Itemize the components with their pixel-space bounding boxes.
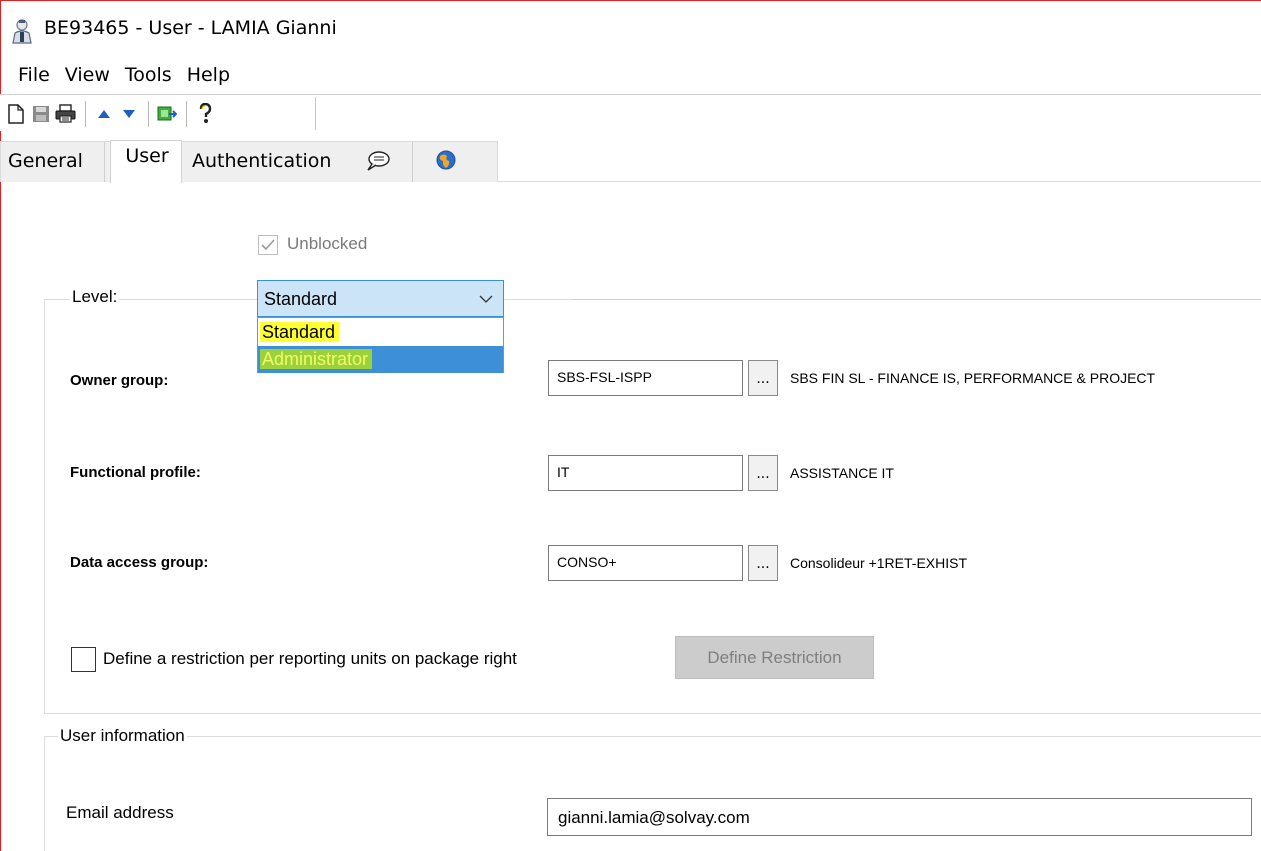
data-access-group-description: Consolideur +1RET-EXHIST <box>790 555 968 571</box>
unblocked-checkbox[interactable] <box>258 235 278 255</box>
email-label: Email address <box>66 803 174 822</box>
tab-divider <box>104 142 105 182</box>
data-access-group-label: Data access group: <box>70 554 209 571</box>
export-icon[interactable] <box>155 101 178 127</box>
toolbar-separator <box>85 100 86 127</box>
owner-group-description: SBS FIN SL - FINANCE IS, PERFORMANCE & P… <box>790 370 1156 386</box>
level-option-administrator-label: Administrator <box>260 349 373 369</box>
globe-icon <box>436 150 456 170</box>
data-access-group-browse-button[interactable]: ... <box>748 545 778 581</box>
level-option-standard[interactable]: Standard <box>258 319 503 346</box>
menu-tools[interactable]: Tools <box>117 60 179 90</box>
tab-bar: General User Authentication <box>0 133 1261 183</box>
tab-globe[interactable] <box>418 146 474 182</box>
email-field[interactable]: gianni.lamia@solvay.com <box>547 798 1252 836</box>
define-restriction-button[interactable]: Define Restriction <box>675 636 874 679</box>
owner-group-browse-button[interactable]: ... <box>748 360 778 396</box>
menu-bar: File View Tools Help <box>8 60 237 90</box>
level-dropdown-list: Standard Administrator <box>257 317 504 373</box>
menu-help[interactable]: Help <box>179 60 237 90</box>
arrow-up-icon[interactable] <box>92 101 115 127</box>
tab-divider <box>412 142 413 182</box>
print-icon[interactable] <box>54 101 77 127</box>
toolbar-separator <box>186 100 187 127</box>
tab-authentication[interactable]: Authentication <box>192 146 344 182</box>
owner-group-label: Owner group: <box>70 372 169 389</box>
tab-comment[interactable] <box>348 146 408 182</box>
user-information-legend: User information <box>58 726 187 746</box>
comment-icon <box>367 151 390 171</box>
group-top-line <box>572 299 1261 300</box>
chevron-down-icon <box>479 295 493 303</box>
data-access-group-field[interactable]: CONSO+ <box>548 545 743 581</box>
level-label: Level: <box>70 287 120 307</box>
level-select-value: Standard <box>264 289 338 309</box>
functional-profile-field[interactable]: IT <box>548 455 743 491</box>
title-bar: BE93465 - User - LAMIA Gianni <box>0 0 1261 52</box>
save-icon[interactable] <box>29 101 52 127</box>
functional-profile-description: ASSISTANCE IT <box>790 465 894 481</box>
menu-file[interactable]: File <box>8 60 57 90</box>
new-document-icon[interactable] <box>4 101 27 127</box>
functional-profile-label: Functional profile: <box>70 464 201 481</box>
tab-general[interactable]: General <box>8 146 104 182</box>
toolbar-separator <box>148 100 149 127</box>
window-title: BE93465 - User - LAMIA Gianni <box>44 17 337 39</box>
restriction-label: Define a restriction per reporting units… <box>103 649 517 668</box>
unblocked-label: Unblocked <box>287 234 368 253</box>
arrow-down-icon[interactable] <box>117 101 140 127</box>
level-option-administrator[interactable]: Administrator <box>258 346 503 373</box>
menu-view[interactable]: View <box>57 60 117 90</box>
owner-group-field[interactable]: SBS-FSL-ISPP <box>548 360 743 396</box>
level-option-standard-label: Standard <box>260 322 340 342</box>
tab-user[interactable]: User <box>110 140 182 183</box>
user-icon <box>12 19 32 44</box>
restriction-checkbox[interactable] <box>71 647 96 672</box>
level-select[interactable]: Standard <box>257 280 504 317</box>
help-icon[interactable] <box>193 101 216 127</box>
toolbar <box>0 94 1261 131</box>
functional-profile-browse-button[interactable]: ... <box>748 455 778 491</box>
